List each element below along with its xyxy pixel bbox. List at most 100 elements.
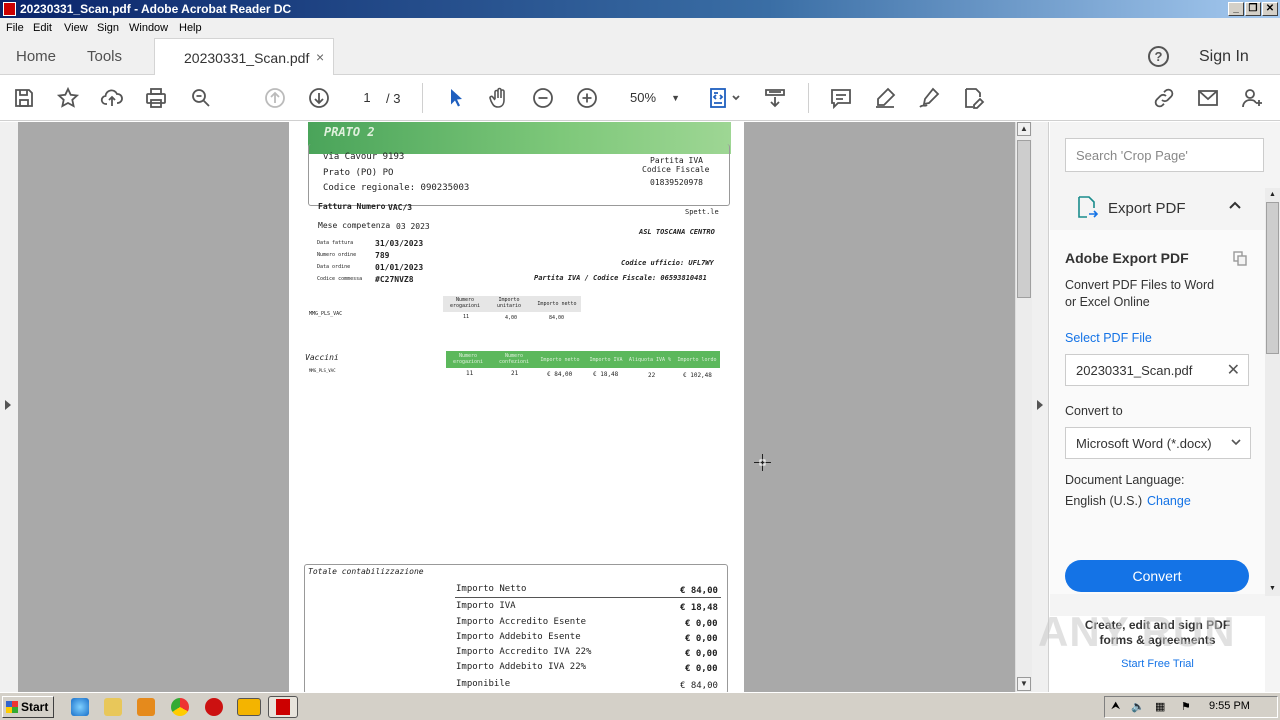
print-icon[interactable] xyxy=(144,86,168,110)
speaker-icon[interactable]: 🔈 xyxy=(1131,700,1145,713)
upload-icon[interactable] xyxy=(100,86,124,110)
scroll-thumb[interactable] xyxy=(1266,202,1279,354)
sign-in-link[interactable]: Sign In xyxy=(1199,48,1249,66)
scroll-up-icon[interactable]: ▲ xyxy=(1266,188,1279,201)
folder-icon[interactable] xyxy=(104,698,122,716)
field-value: 789 xyxy=(375,251,390,260)
recipient-name: ASL TOSCANA CENTRO xyxy=(639,228,715,236)
menu-help[interactable]: Help xyxy=(179,22,202,34)
next-page-icon[interactable] xyxy=(307,86,331,110)
convert-button[interactable]: Convert xyxy=(1065,560,1249,592)
month-value: 03 2023 xyxy=(396,222,430,231)
zoom-out-icon[interactable] xyxy=(531,86,555,110)
comment-icon[interactable] xyxy=(829,86,853,110)
minimize-button[interactable]: _ xyxy=(1228,2,1244,16)
menu-window[interactable]: Window xyxy=(129,22,168,34)
start-button[interactable]: Start xyxy=(2,696,54,718)
link-icon[interactable] xyxy=(1152,86,1176,110)
month-label: Mese competenza xyxy=(318,221,391,230)
edit-pdf-icon[interactable] xyxy=(961,86,985,110)
restore-button[interactable]: ❐ xyxy=(1245,2,1261,16)
export-pdf-header[interactable]: Export PDF xyxy=(1050,186,1265,230)
sign-icon[interactable] xyxy=(917,86,941,110)
acrobat-app-icon xyxy=(3,2,16,16)
outlook-icon[interactable] xyxy=(237,698,261,716)
recipient-label: Spett.le xyxy=(685,208,719,216)
highlight-icon[interactable] xyxy=(873,86,897,110)
vaccini-col: Importo IVA xyxy=(589,357,623,363)
totale-title: Totale contabilizzazione xyxy=(308,567,424,576)
expand-left-panel-icon[interactable] xyxy=(5,400,11,410)
chevron-up-icon[interactable] xyxy=(1228,198,1242,212)
page-number-input[interactable]: 1 xyxy=(352,87,382,109)
change-language-link[interactable]: Change xyxy=(1147,494,1191,508)
select-cursor-icon[interactable] xyxy=(444,86,468,110)
opera-icon[interactable] xyxy=(205,698,223,716)
network-icon[interactable]: ▦ xyxy=(1155,700,1165,713)
vaccini-cell: 22 xyxy=(648,372,656,379)
totale-value: € 0,00 xyxy=(685,619,718,629)
vaccini-col: Numero confezioni xyxy=(498,353,530,365)
close-tab-icon[interactable]: × xyxy=(316,49,324,65)
tab-home[interactable]: Home xyxy=(16,48,56,65)
vaccini-col: Numero erogazioni xyxy=(452,353,484,365)
tools-search-input[interactable]: Search 'Crop Page' xyxy=(1065,138,1264,172)
clear-file-icon[interactable]: ✕ xyxy=(1227,360,1240,380)
scroll-up-icon[interactable]: ▲ xyxy=(1017,122,1031,136)
copy-icon[interactable] xyxy=(1232,250,1248,266)
totale-label: Importo IVA xyxy=(456,601,516,611)
tab-document[interactable]: 20230331_Scan.pdf × xyxy=(154,38,334,76)
totale-value: € 18,48 xyxy=(680,603,718,613)
menu-file[interactable]: File xyxy=(6,22,24,34)
chrome-icon[interactable] xyxy=(171,698,189,716)
close-window-button[interactable]: ✕ xyxy=(1262,2,1278,16)
menu-view[interactable]: View xyxy=(64,22,88,34)
menu-sign[interactable]: Sign xyxy=(97,22,119,34)
save-icon[interactable] xyxy=(12,86,36,110)
vat-value: 01839520978 xyxy=(650,178,703,187)
ie-icon[interactable] xyxy=(71,698,89,716)
document-scrollbar[interactable]: ▲ ▼ xyxy=(1015,122,1032,692)
left-panel-collapsed[interactable] xyxy=(0,122,18,692)
zoom-in-icon[interactable] xyxy=(575,86,599,110)
vaccini-cell: € 18,48 xyxy=(593,371,619,378)
scroll-down-icon[interactable]: ▼ xyxy=(1266,582,1279,595)
media-player-icon[interactable] xyxy=(137,698,155,716)
prev-page-icon[interactable] xyxy=(263,86,287,110)
selected-file-field[interactable]: 20230331_Scan.pdf ✕ xyxy=(1065,354,1249,386)
right-panel-scrollbar[interactable]: ▲ ▼ xyxy=(1265,188,1280,596)
fit-page-icon[interactable] xyxy=(707,86,743,110)
select-pdf-file-link[interactable]: Select PDF File xyxy=(1065,331,1152,345)
invoice-number: VAC/3 xyxy=(388,203,413,212)
start-free-trial-link[interactable]: Start Free Trial xyxy=(1050,658,1265,670)
tab-tools[interactable]: Tools xyxy=(87,48,122,65)
collapse-right-panel-icon[interactable] xyxy=(1037,400,1043,410)
field-value: #C27NVZ8 xyxy=(375,275,414,284)
help-icon[interactable]: ? xyxy=(1148,46,1169,67)
scroll-mode-icon[interactable] xyxy=(763,86,787,110)
chevron-down-icon: ▼ xyxy=(671,93,680,103)
clock: 9:55 PM xyxy=(1209,700,1250,712)
right-panel-toggle[interactable] xyxy=(1032,122,1049,692)
hand-icon[interactable] xyxy=(487,86,511,110)
star-icon[interactable] xyxy=(56,86,80,110)
acrobat-taskbar-button[interactable] xyxy=(268,696,298,718)
menu-edit[interactable]: Edit xyxy=(33,22,52,34)
flag-icon[interactable]: ⚑ xyxy=(1181,700,1191,713)
window-title: 20230331_Scan.pdf - Adobe Acrobat Reader… xyxy=(20,2,292,16)
document-viewer[interactable]: PRATO 2 via Cavour 9193 Prato (PO) PO Co… xyxy=(0,122,1032,692)
crosshair-cursor-icon xyxy=(754,454,771,471)
add-user-icon[interactable] xyxy=(1240,86,1264,110)
zoom-dropdown[interactable]: 50% ▼ xyxy=(622,87,686,109)
field-label: Numero ordine xyxy=(317,252,357,258)
mini-table-col: Importo unitario xyxy=(496,297,522,309)
acrobat-icon xyxy=(276,699,290,715)
zoom-search-icon[interactable] xyxy=(189,86,213,110)
scroll-thumb[interactable] xyxy=(1017,140,1031,298)
convert-to-select[interactable]: Microsoft Word (*.docx) xyxy=(1065,427,1251,459)
scroll-down-icon[interactable]: ▼ xyxy=(1017,677,1031,691)
vat-label: Codice Fiscale xyxy=(642,165,710,174)
address-line: Prato (PO) PO xyxy=(323,168,394,178)
email-icon[interactable] xyxy=(1196,86,1220,110)
tray-arrow-icon[interactable]: ⮝ xyxy=(1111,700,1120,713)
